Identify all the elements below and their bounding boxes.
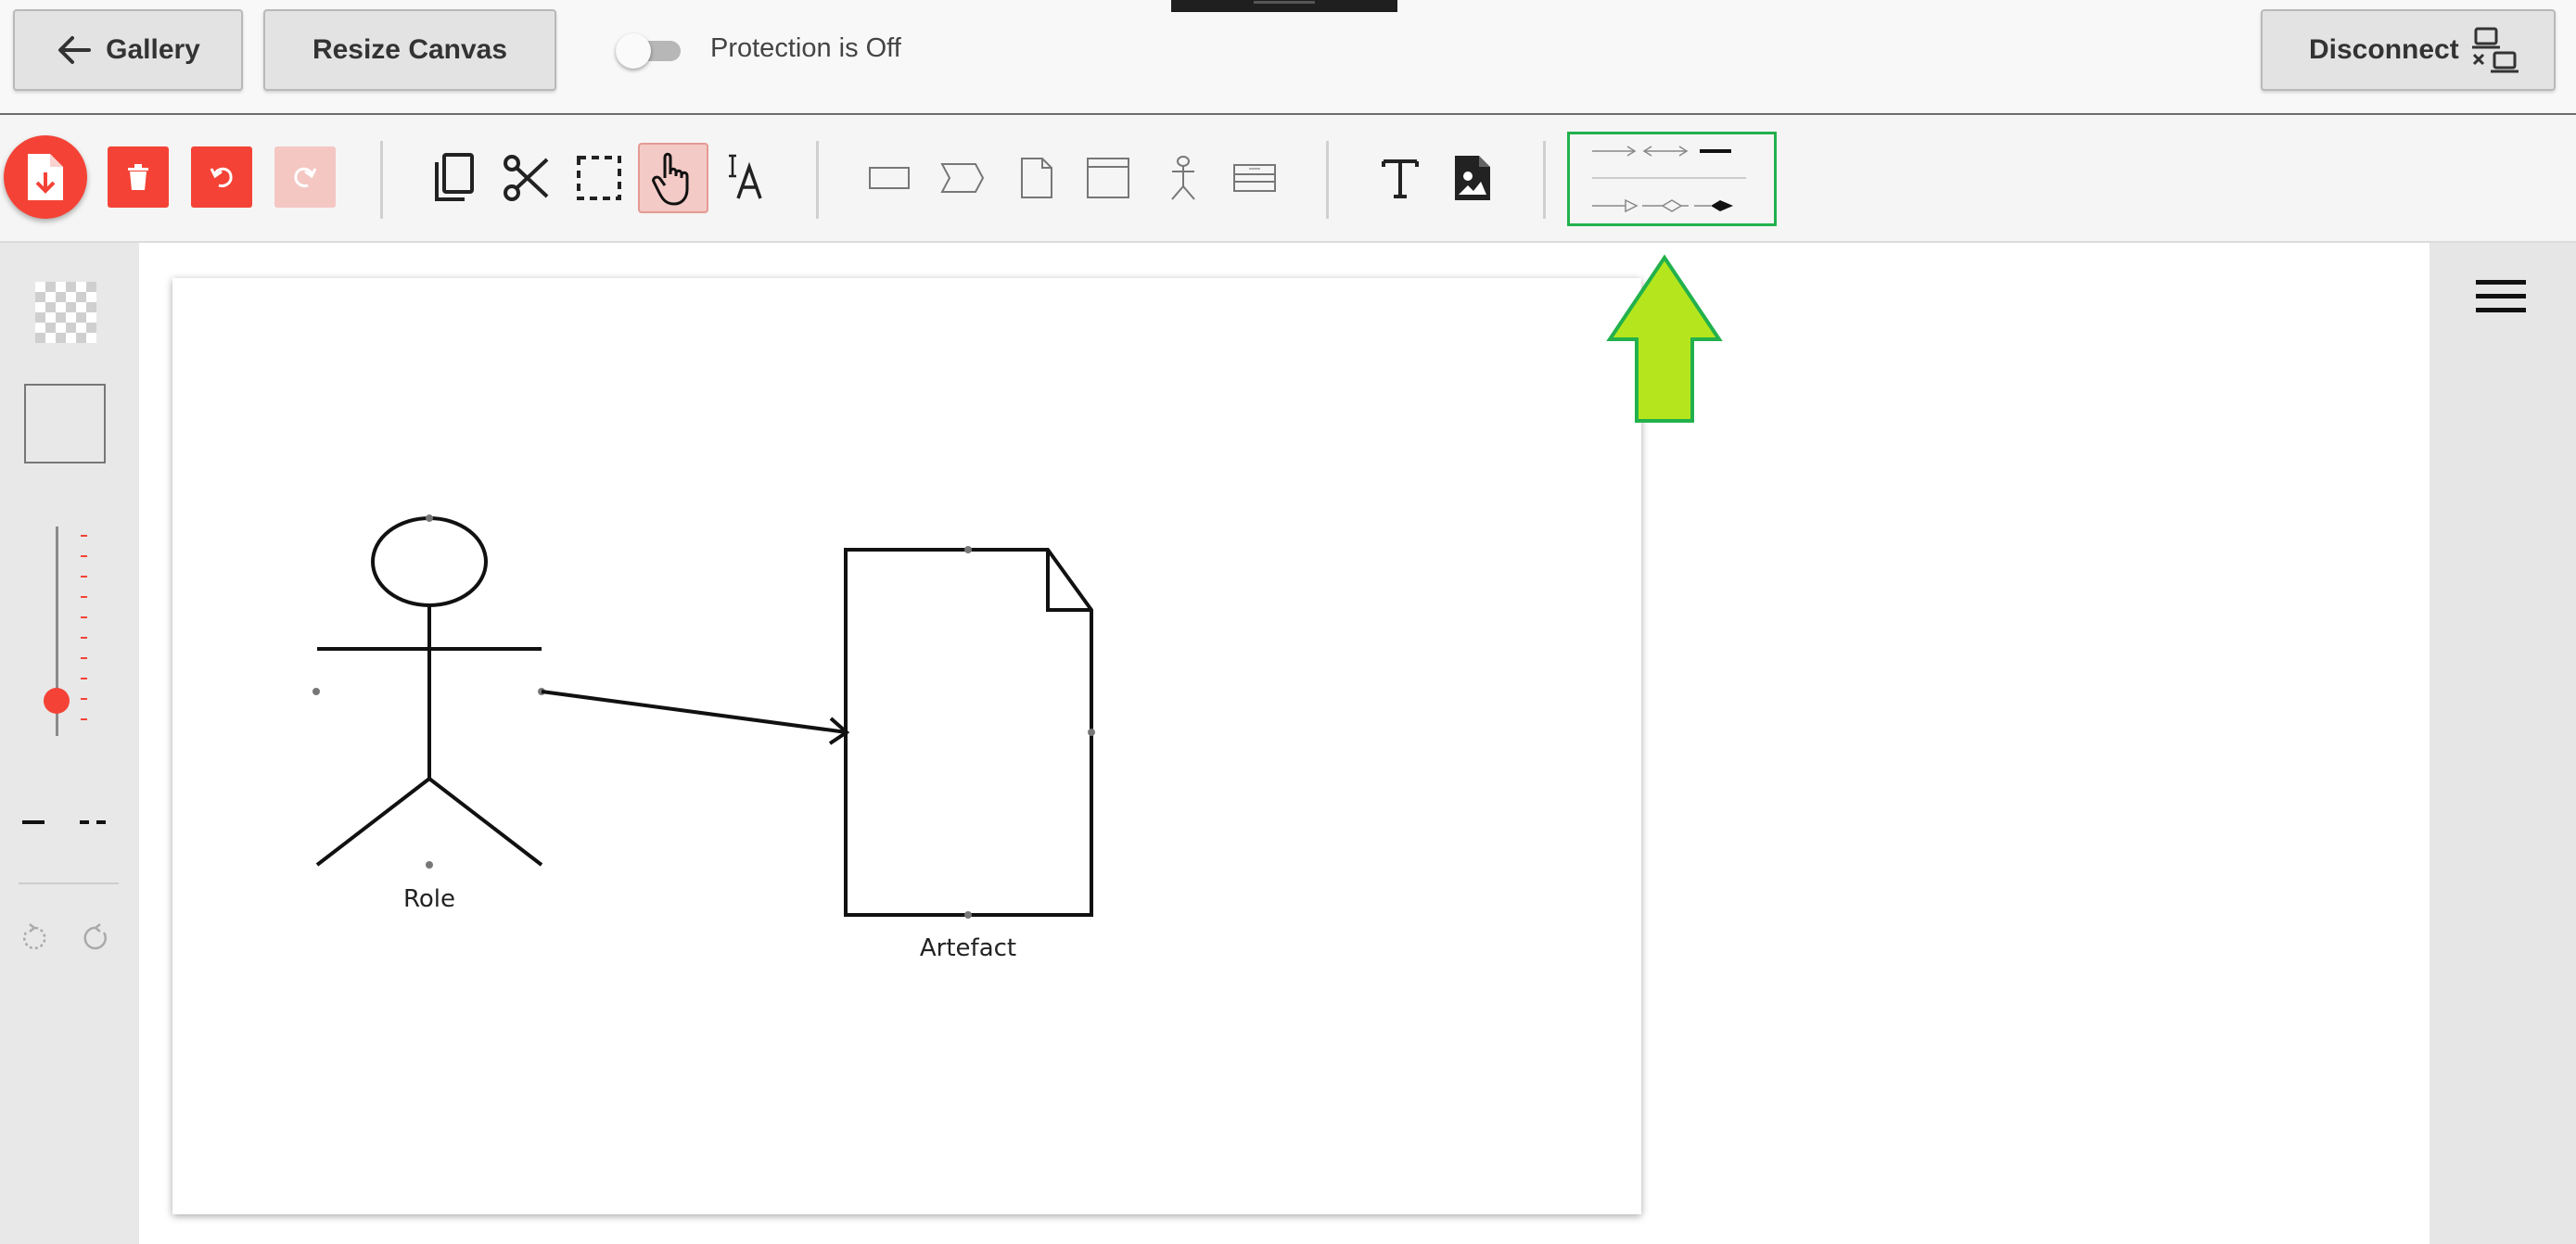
- save-file-button[interactable]: [4, 135, 87, 219]
- trash-icon: [128, 164, 148, 190]
- hint-up-arrow-icon: [1606, 254, 1723, 423]
- pan-tool-button[interactable]: [638, 143, 708, 213]
- rectangle-icon: [869, 167, 910, 189]
- rotate-right-icon[interactable]: [82, 923, 111, 953]
- gallery-button-label: Gallery: [106, 34, 200, 65]
- window-shape-button[interactable]: [1083, 154, 1133, 202]
- disconnect-button[interactable]: Disconnect: [2261, 9, 2556, 91]
- protection-status-label: Protection is Off: [710, 33, 901, 63]
- protection-toggle-knob: [616, 33, 651, 69]
- resize-canvas-button-label: Resize Canvas: [312, 34, 508, 65]
- chevron-shape-button[interactable]: [938, 159, 987, 197]
- stroke-width-slider-knob[interactable]: [44, 688, 70, 714]
- toolbar-separator: [816, 141, 819, 219]
- actor-shape-button[interactable]: [1165, 152, 1202, 204]
- image-tool-button[interactable]: [1447, 152, 1498, 204]
- image-file-icon: [1455, 156, 1490, 200]
- hand-pointer-icon: [652, 152, 689, 206]
- rectangle-shape-button[interactable]: [866, 159, 912, 197]
- artefact-label: Artefact: [919, 934, 1017, 962]
- stroke-color-swatch[interactable]: [24, 384, 106, 463]
- toolbar-separator: [380, 141, 383, 219]
- line-style-panel[interactable]: [1567, 132, 1777, 226]
- text-format-button[interactable]: [721, 152, 773, 204]
- text-t-icon: [1382, 159, 1419, 198]
- file-download-icon: [28, 154, 63, 200]
- window-shape-icon: [1087, 158, 1129, 198]
- undo-button[interactable]: [191, 146, 252, 208]
- toolbar: [0, 115, 2576, 243]
- dashed-line-icon[interactable]: [78, 818, 111, 827]
- copy-button[interactable]: [427, 152, 478, 204]
- gallery-button[interactable]: Gallery: [13, 9, 243, 91]
- text-cursor-icon: [729, 154, 762, 199]
- arrow-left-icon: [58, 36, 92, 64]
- scissors-icon: [504, 155, 549, 201]
- drawing-canvas[interactable]: [172, 278, 1641, 1214]
- left-panel-divider: [19, 882, 119, 884]
- actor-shape-icon: [1171, 156, 1195, 200]
- redo-button[interactable]: [274, 146, 336, 208]
- select-area-button[interactable]: [573, 152, 625, 204]
- document-shape-button[interactable]: [1016, 154, 1057, 202]
- table-shape-button[interactable]: [1230, 159, 1280, 197]
- toolbar-separator: [1326, 141, 1329, 219]
- copy-icon: [435, 153, 474, 201]
- top-header: Gallery Resize Canvas Protection is Off …: [0, 0, 2576, 115]
- hamburger-menu-icon[interactable]: [2476, 278, 2526, 315]
- network-disconnect-icon: [2471, 27, 2519, 73]
- document-shape-icon: [1021, 158, 1052, 198]
- protection-toggle[interactable]: [616, 33, 686, 69]
- slider-ticks: [81, 535, 87, 720]
- right-panel: [2429, 243, 2576, 1244]
- table-shape-icon: [1233, 164, 1276, 192]
- dashed-select-icon: [577, 156, 621, 200]
- toolbar-separator: [1543, 141, 1546, 219]
- left-style-panel: [0, 243, 139, 1244]
- disconnect-button-label: Disconnect: [2309, 34, 2459, 65]
- role-label: Role: [402, 885, 456, 913]
- cut-button[interactable]: [501, 152, 553, 204]
- chevron-shape-icon: [940, 163, 985, 193]
- undo-icon: [210, 167, 233, 187]
- rotate-left-icon[interactable]: [19, 923, 48, 953]
- text-tool-button[interactable]: [1374, 152, 1426, 204]
- solid-line-icon[interactable]: [20, 818, 48, 827]
- window-notch-handle: [1254, 1, 1315, 4]
- resize-canvas-button[interactable]: Resize Canvas: [263, 9, 556, 91]
- delete-button[interactable]: [108, 146, 169, 208]
- line-styles-icon: [1592, 146, 1746, 213]
- transparent-fill-swatch[interactable]: [35, 282, 96, 343]
- redo-icon: [294, 167, 317, 187]
